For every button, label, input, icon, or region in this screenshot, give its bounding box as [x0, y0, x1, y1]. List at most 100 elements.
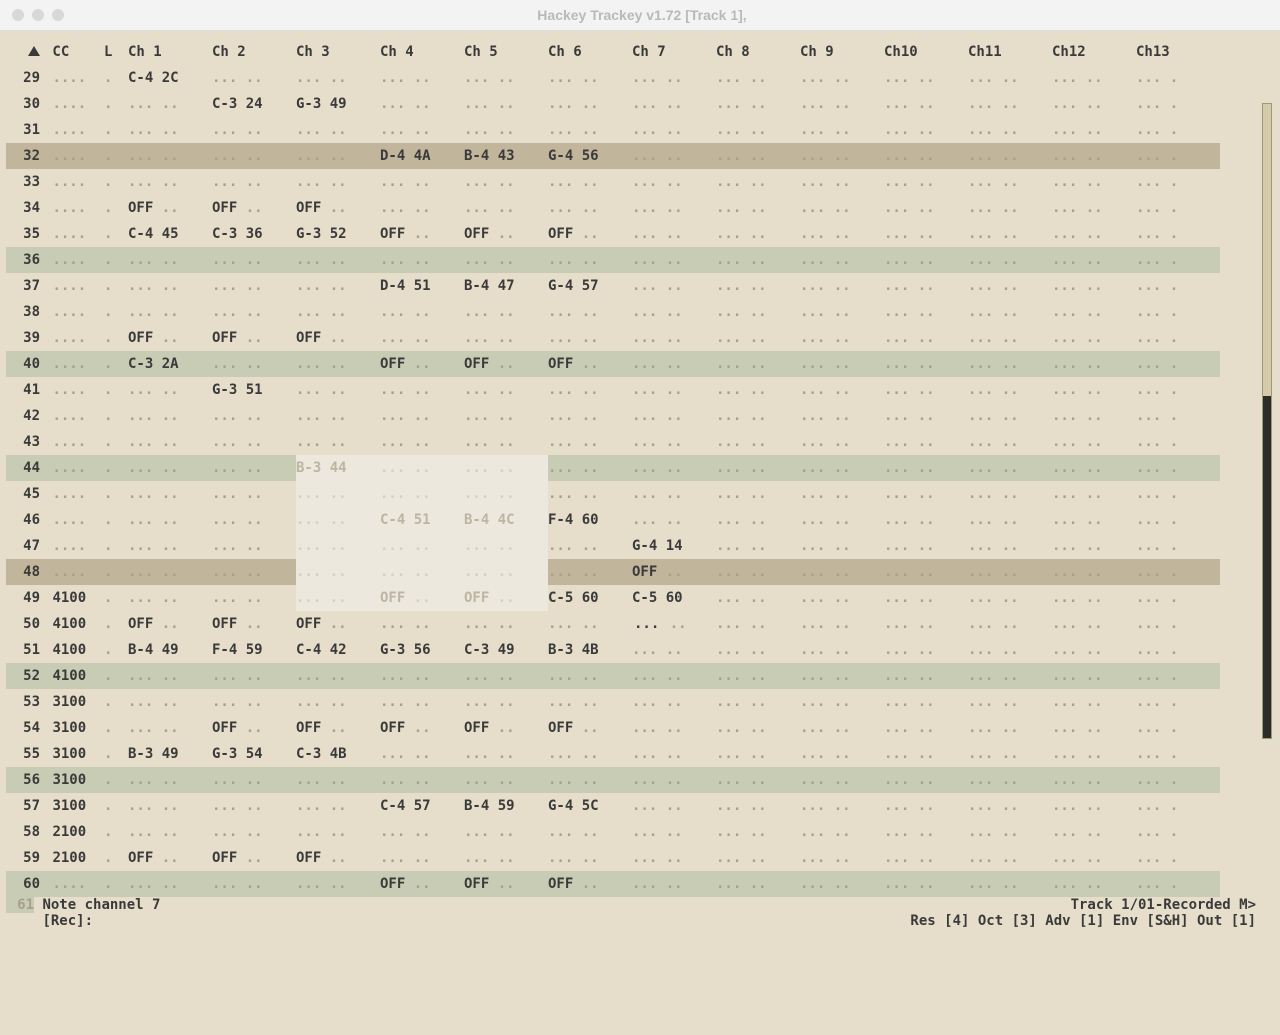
channel-cell[interactable]: ... ..: [716, 793, 800, 819]
channel-cell[interactable]: OFF ..: [464, 871, 548, 897]
channel-cell[interactable]: ... ..: [296, 403, 380, 429]
channel-cell[interactable]: ... ..: [296, 117, 380, 143]
channel-cell[interactable]: ... ..: [380, 429, 464, 455]
channel-cell[interactable]: ... ..: [968, 65, 1052, 91]
channel-cell[interactable]: ... .: [1136, 507, 1220, 533]
channel-cell[interactable]: ... ..: [716, 221, 800, 247]
channel-cell[interactable]: ... ..: [1052, 637, 1136, 663]
minimize-icon[interactable]: [32, 9, 44, 21]
channel-cell[interactable]: ... ..: [632, 403, 716, 429]
channel-cell[interactable]: ... ..: [716, 247, 800, 273]
channel-cell[interactable]: ... ..: [968, 403, 1052, 429]
channel-cell[interactable]: ... ..: [464, 845, 548, 871]
channel-cell[interactable]: ... ..: [380, 91, 464, 117]
channel-cell[interactable]: ... .: [1136, 663, 1220, 689]
channel-cell[interactable]: ... ..: [380, 403, 464, 429]
channel-cell[interactable]: ... ..: [296, 767, 380, 793]
channel-cell[interactable]: OFF ..: [548, 351, 632, 377]
cc-cell[interactable]: ....: [44, 559, 104, 585]
channel-cell[interactable]: ... ..: [968, 741, 1052, 767]
cc-cell[interactable]: ....: [44, 533, 104, 559]
channel-cell[interactable]: ... ..: [716, 481, 800, 507]
channel-cell[interactable]: ... ..: [296, 533, 380, 559]
pattern-row[interactable]: 50 4100.OFF ..OFF ..OFF ..... ..... ....…: [6, 611, 1220, 637]
channel-cell[interactable]: ... ..: [716, 195, 800, 221]
l-cell[interactable]: .: [104, 65, 128, 91]
channel-cell[interactable]: C-5 60: [632, 585, 716, 611]
l-cell[interactable]: .: [104, 247, 128, 273]
channel-cell[interactable]: ... ..: [716, 533, 800, 559]
channel-cell[interactable]: OFF ..: [212, 195, 296, 221]
channel-cell[interactable]: OFF ..: [128, 195, 212, 221]
channel-cell[interactable]: ... ..: [968, 689, 1052, 715]
channel-cell[interactable]: ... ..: [1052, 793, 1136, 819]
channel-cell[interactable]: ... ..: [632, 429, 716, 455]
channel-cell[interactable]: ... ..: [548, 325, 632, 351]
channel-cell[interactable]: ... ..: [548, 819, 632, 845]
l-cell[interactable]: .: [104, 663, 128, 689]
channel-cell[interactable]: ... .: [1136, 481, 1220, 507]
channel-cell[interactable]: ... ..: [800, 325, 884, 351]
l-cell[interactable]: .: [104, 845, 128, 871]
channel-cell[interactable]: ... ..: [296, 143, 380, 169]
channel-cell[interactable]: ... ..: [632, 325, 716, 351]
channel-cell[interactable]: ... ..: [800, 819, 884, 845]
channel-cell[interactable]: ... ..: [212, 507, 296, 533]
channel-cell[interactable]: ... ..: [128, 377, 212, 403]
channel-cell[interactable]: ... ..: [968, 273, 1052, 299]
channel-cell[interactable]: ... ..: [380, 663, 464, 689]
channel-cell[interactable]: OFF ..: [128, 845, 212, 871]
channel-cell[interactable]: ... ..: [548, 689, 632, 715]
channel-cell[interactable]: ... ..: [716, 351, 800, 377]
channel-cell[interactable]: ... ..: [968, 559, 1052, 585]
channel-cell[interactable]: ... ..: [128, 429, 212, 455]
channel-cell[interactable]: ... ..: [464, 91, 548, 117]
channel-cell[interactable]: ... ..: [1052, 377, 1136, 403]
channel-cell[interactable]: ... ..: [800, 429, 884, 455]
channel-cell[interactable]: ... ..: [716, 299, 800, 325]
channel-cell[interactable]: ... ..: [884, 403, 968, 429]
channel-cell[interactable]: ... ..: [464, 611, 548, 637]
cc-cell[interactable]: ....: [44, 117, 104, 143]
channel-cell[interactable]: ... ..: [968, 351, 1052, 377]
channel-cell[interactable]: ... .: [1136, 273, 1220, 299]
pattern-row[interactable]: 45 ........ ..... ..... ..... ..... ....…: [6, 481, 1220, 507]
channel-cell[interactable]: ... ..: [548, 91, 632, 117]
cc-cell[interactable]: 4100: [44, 585, 104, 611]
channel-cell[interactable]: ... ..: [1052, 143, 1136, 169]
channel-cell[interactable]: ... ..: [380, 767, 464, 793]
channel-cell[interactable]: ... ..: [632, 481, 716, 507]
channel-cell[interactable]: ... ..: [968, 611, 1052, 637]
cc-cell[interactable]: ....: [44, 221, 104, 247]
channel-cell[interactable]: ... ..: [1052, 533, 1136, 559]
channel-cell[interactable]: ... ..: [800, 91, 884, 117]
channel-cell[interactable]: ... ..: [464, 247, 548, 273]
channel-cell[interactable]: ... .: [1136, 611, 1220, 637]
channel-cell[interactable]: ... ..: [1052, 663, 1136, 689]
channel-cell[interactable]: ... ..: [380, 481, 464, 507]
pattern-row[interactable]: 56 3100.... ..... ..... ..... ..... ....…: [6, 767, 1220, 793]
channel-cell[interactable]: ... ..: [632, 767, 716, 793]
scroll-thumb[interactable]: [1263, 396, 1271, 738]
channel-cell[interactable]: ... ..: [800, 559, 884, 585]
cc-cell[interactable]: ....: [44, 65, 104, 91]
channel-cell[interactable]: ... ..: [884, 767, 968, 793]
channel-cell[interactable]: ... ..: [800, 663, 884, 689]
channel-cell[interactable]: ... ..: [716, 845, 800, 871]
l-cell[interactable]: .: [104, 273, 128, 299]
channel-cell[interactable]: ... ..: [296, 169, 380, 195]
channel-cell[interactable]: ... ..: [632, 689, 716, 715]
channel-cell[interactable]: B-3 44: [296, 455, 380, 481]
channel-cell[interactable]: ... ..: [632, 377, 716, 403]
channel-cell[interactable]: C-4 57: [380, 793, 464, 819]
channel-cell[interactable]: ... ..: [968, 247, 1052, 273]
pattern-row[interactable]: 51 4100.B-4 49F-4 59C-4 42G-3 56C-3 49B-…: [6, 637, 1220, 663]
channel-cell[interactable]: ... ..: [800, 65, 884, 91]
channel-cell[interactable]: G-4 56: [548, 143, 632, 169]
channel-cell[interactable]: ... ..: [800, 637, 884, 663]
channel-cell[interactable]: C-4 51: [380, 507, 464, 533]
channel-cell[interactable]: ... ..: [716, 689, 800, 715]
channel-cell[interactable]: ... ..: [632, 741, 716, 767]
channel-cell[interactable]: ... ..: [716, 819, 800, 845]
channel-cell[interactable]: OFF ..: [296, 611, 380, 637]
